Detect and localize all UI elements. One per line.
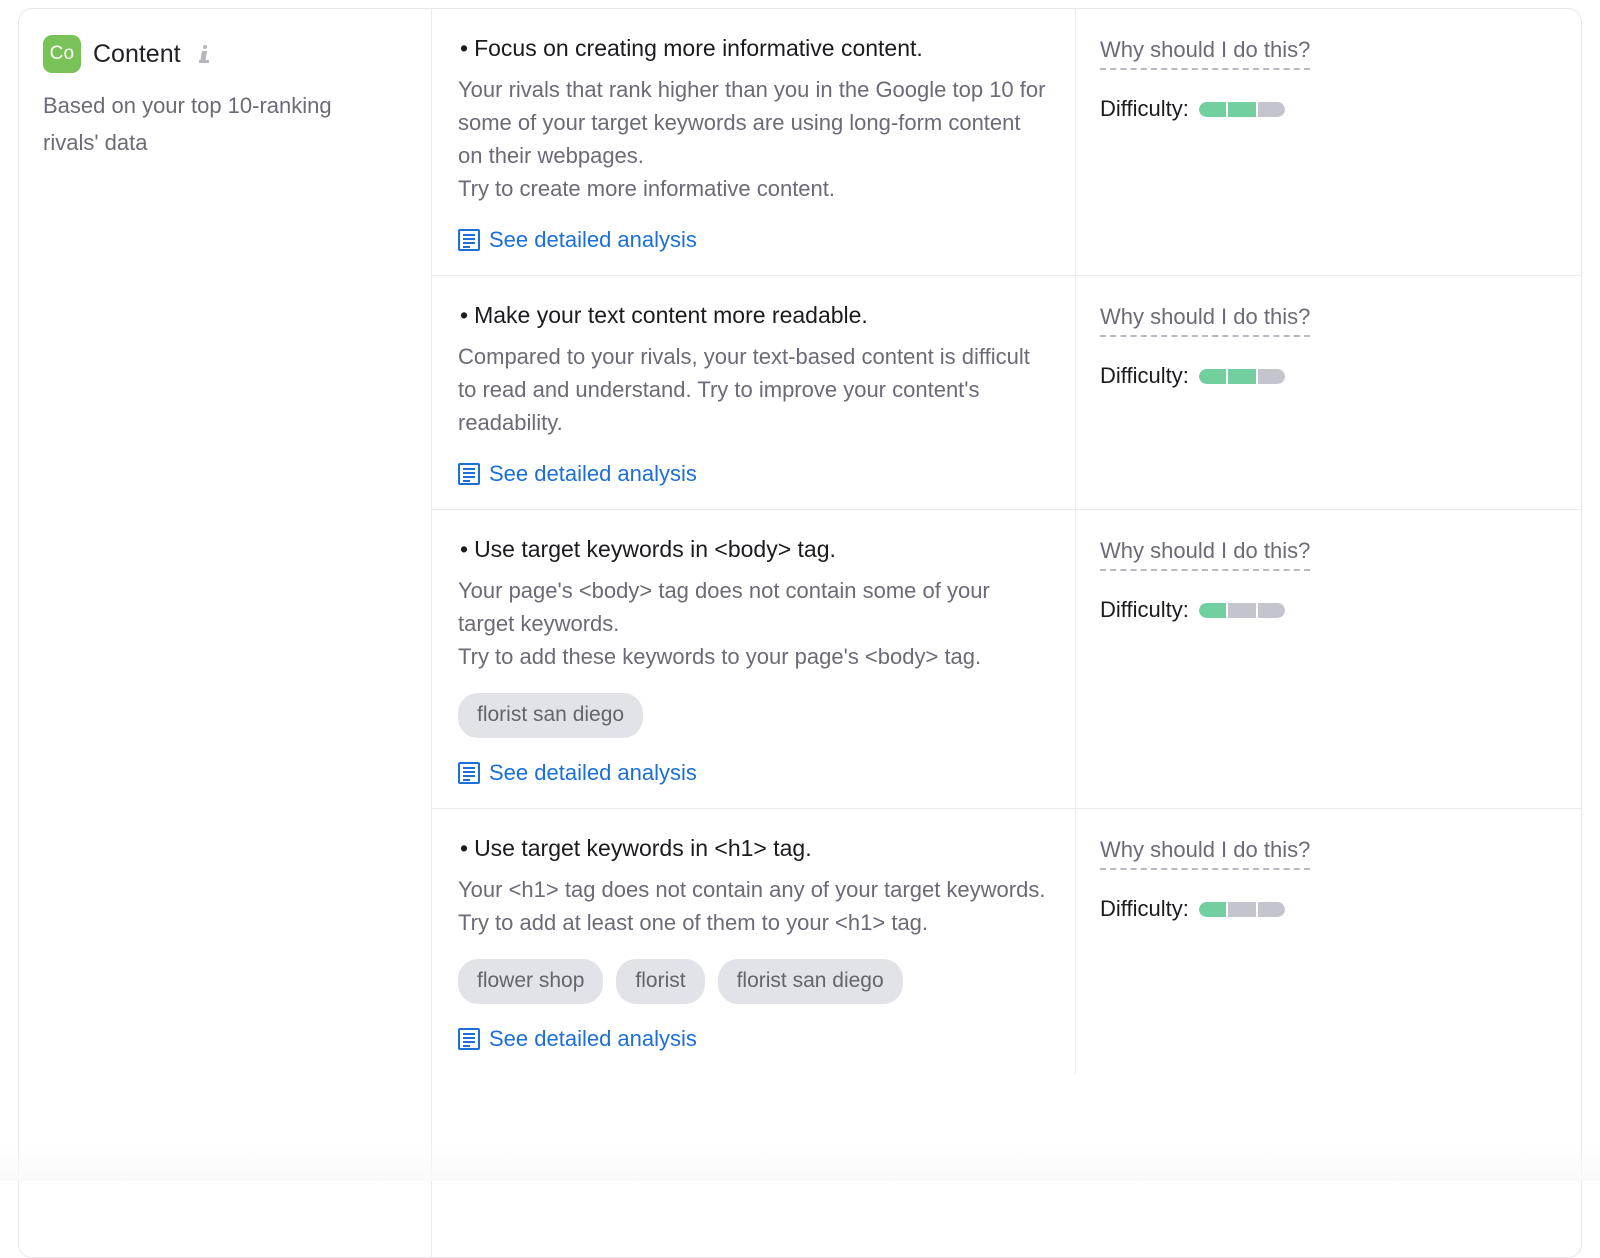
category-header: Co Content [43, 35, 407, 73]
see-detailed-analysis-label: See detailed analysis [489, 1026, 697, 1051]
document-icon [458, 463, 480, 485]
recommendation-title: • Use target keywords in <h1> tag. [458, 833, 1047, 863]
difficulty-label: Difficulty: [1100, 96, 1189, 121]
keyword-list: florist san diego [458, 693, 1047, 738]
difficulty-indicator: Difficulty: [1100, 363, 1581, 389]
category-title: Content [93, 39, 181, 68]
difficulty-label: Difficulty: [1100, 597, 1189, 622]
why-should-i-do-this-link[interactable]: Why should I do this? [1100, 37, 1311, 70]
recommendation-meta: Why should I do this? Difficulty: [1076, 9, 1581, 275]
info-icon[interactable] [197, 44, 213, 64]
recommendation-title: • Use target keywords in <body> tag. [458, 534, 1047, 564]
content-recommendations-card: Co Content Based on your top 10-ranking … [18, 8, 1582, 1258]
see-detailed-analysis-link[interactable]: See detailed analysis [458, 760, 1047, 786]
keyword-pill[interactable]: florist [616, 959, 705, 1004]
recommendation-title-text: Make your text content more readable. [474, 302, 868, 328]
difficulty-meter [1198, 368, 1285, 384]
bullet-marker: • [460, 835, 469, 861]
document-icon [458, 229, 480, 251]
keyword-pill[interactable]: florist san diego [458, 693, 644, 738]
recommendation-content: • Use target keywords in <h1> tag. Your <… [432, 809, 1076, 1074]
recommendation-title-text: Focus on creating more informative conte… [474, 35, 923, 61]
recommendation-title-text: Use target keywords in <h1> tag. [474, 835, 812, 861]
bullet-marker: • [460, 536, 469, 562]
recommendation-meta: Why should I do this? Difficulty: [1076, 510, 1581, 808]
difficulty-meter [1198, 602, 1285, 618]
recommendation-title: • Focus on creating more informative cont… [458, 33, 1047, 63]
recommendation-meta: Why should I do this? Difficulty: [1076, 809, 1581, 1074]
document-icon [458, 762, 480, 784]
category-column: Co Content Based on your top 10-ranking … [19, 9, 432, 1257]
difficulty-meter [1198, 101, 1285, 117]
difficulty-indicator: Difficulty: [1100, 96, 1581, 122]
why-should-i-do-this-link[interactable]: Why should I do this? [1100, 538, 1311, 571]
recommendation-description: Compared to your rivals, your text-based… [458, 344, 1030, 435]
recommendation-description: Your <h1> tag does not contain any of yo… [458, 877, 1046, 935]
see-detailed-analysis-link[interactable]: See detailed analysis [458, 1026, 1047, 1052]
recommendation-row: • Use target keywords in <body> tag. Your… [432, 510, 1581, 809]
difficulty-indicator: Difficulty: [1100, 597, 1581, 623]
recommendation-title-text: Use target keywords in <body> tag. [474, 536, 836, 562]
recommendation-content: • Use target keywords in <body> tag. Your… [432, 510, 1076, 808]
keyword-pill[interactable]: flower shop [458, 959, 604, 1004]
difficulty-label: Difficulty: [1100, 896, 1189, 921]
recommendation-title: • Make your text content more readable. [458, 300, 1047, 330]
keyword-pill[interactable]: florist san diego [717, 959, 903, 1004]
recommendation-rows: • Focus on creating more informative cont… [432, 9, 1581, 1257]
recommendations-panel: Co Content Based on your top 10-ranking … [0, 0, 1600, 1258]
see-detailed-analysis-label: See detailed analysis [489, 461, 697, 486]
difficulty-indicator: Difficulty: [1100, 896, 1581, 922]
why-should-i-do-this-link[interactable]: Why should I do this? [1100, 304, 1311, 337]
recommendation-content: • Focus on creating more informative cont… [432, 9, 1076, 275]
see-detailed-analysis-label: See detailed analysis [489, 760, 697, 785]
recommendation-meta: Why should I do this? Difficulty: [1076, 276, 1581, 509]
bullet-marker: • [460, 35, 469, 61]
recommendation-description: Your rivals that rank higher than you in… [458, 77, 1046, 201]
keyword-list: flower shop florist florist san diego [458, 959, 1047, 1004]
see-detailed-analysis-link[interactable]: See detailed analysis [458, 461, 1047, 487]
document-icon [458, 1028, 480, 1050]
recommendation-row: • Focus on creating more informative cont… [432, 9, 1581, 276]
bullet-marker: • [460, 302, 469, 328]
recommendation-description: Your page's <body> tag does not contain … [458, 578, 990, 669]
recommendation-row: • Make your text content more readable. C… [432, 276, 1581, 510]
recommendation-row: • Use target keywords in <h1> tag. Your <… [432, 809, 1581, 1074]
see-detailed-analysis-link[interactable]: See detailed analysis [458, 227, 1047, 253]
category-subtitle: Based on your top 10-ranking rivals' dat… [43, 93, 332, 155]
difficulty-label: Difficulty: [1100, 363, 1189, 388]
category-badge: Co [43, 35, 81, 73]
recommendation-content: • Make your text content more readable. C… [432, 276, 1076, 509]
see-detailed-analysis-label: See detailed analysis [489, 227, 697, 252]
difficulty-meter [1198, 901, 1285, 917]
why-should-i-do-this-link[interactable]: Why should I do this? [1100, 837, 1311, 870]
